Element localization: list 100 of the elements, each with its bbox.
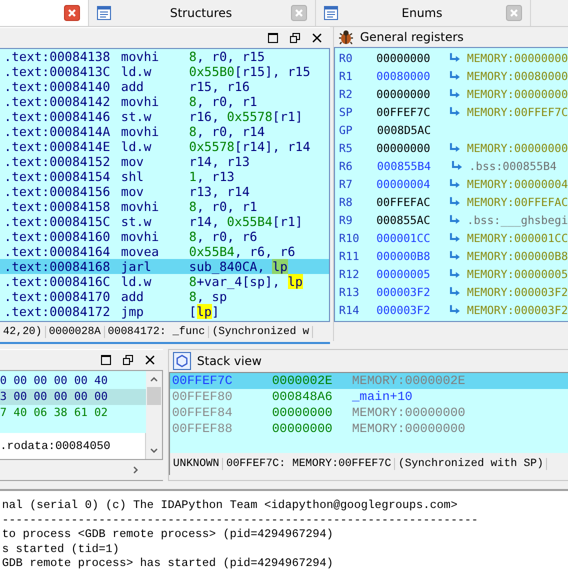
register-name: SP bbox=[338, 106, 354, 118]
panel-title: General registers bbox=[360, 30, 464, 44]
register-value: 00080000 bbox=[376, 70, 432, 82]
close-icon[interactable] bbox=[312, 33, 322, 43]
hex-row[interactable]: 3 00 00 00 00 00 bbox=[0, 389, 146, 405]
register-value: 00000000 bbox=[376, 52, 432, 64]
output-line: nal (serial 0) (c) The IDAPython Team <idapython@googlegroups.com> bbox=[1, 499, 458, 514]
register-value: 00FFEF7C bbox=[376, 106, 432, 118]
scrollbar-thumb[interactable] bbox=[147, 387, 161, 405]
hex-row[interactable]: 0 00 00 00 00 40 bbox=[0, 373, 146, 389]
restore-icon[interactable] bbox=[123, 355, 133, 365]
register-name: R2 bbox=[338, 88, 354, 100]
status-text: 00084172: _func bbox=[104, 326, 209, 338]
register-value: 00000000 bbox=[376, 142, 432, 154]
scroll-down-icon[interactable] bbox=[150, 448, 158, 454]
jump-arrow-icon[interactable] bbox=[449, 287, 461, 297]
register-value: 000003F2 bbox=[376, 304, 432, 316]
stack-row[interactable]: 00FFEF80 000848A6 _main+10 bbox=[170, 389, 568, 405]
scroll-right-icon[interactable] bbox=[133, 466, 139, 474]
code-line[interactable]: .text:00084140 add r15, r16 bbox=[0, 79, 329, 94]
code-line[interactable]: .text:0008415C st.w r14, 0x55B4[r1] bbox=[0, 214, 329, 229]
jump-arrow-icon[interactable] bbox=[449, 251, 461, 261]
register-name: R11 bbox=[338, 250, 360, 262]
code-line[interactable]: .text:0008414A movhi 8, r0, r14 bbox=[0, 124, 329, 139]
code-line[interactable]: .text:0008413C ld.w 0x55B0[r15], r15 bbox=[0, 64, 329, 79]
code-line[interactable]: .text:00084160 movhi 8, r0, r6 bbox=[0, 229, 329, 244]
jump-arrow-icon[interactable] bbox=[449, 71, 461, 81]
register-target[interactable]: .bss:___ghsbegi bbox=[466, 214, 568, 226]
jump-arrow-icon[interactable] bbox=[449, 143, 461, 153]
stack-row[interactable]: 00FFEF84 00000000 MEMORY:00000000 bbox=[170, 405, 568, 421]
register-name: R9 bbox=[338, 214, 354, 226]
jump-arrow-icon[interactable] bbox=[451, 161, 463, 171]
jump-arrow-icon[interactable] bbox=[449, 107, 461, 117]
code-line[interactable]: .text:00084138 movhi 8, r0, r15 bbox=[0, 49, 329, 64]
code-line[interactable]: .text:00084152 mov r14, r13 bbox=[0, 154, 329, 169]
register-value: 0008D5AC bbox=[377, 124, 432, 136]
status-text: 42,20) bbox=[0, 326, 46, 338]
document-icon bbox=[324, 6, 338, 20]
jump-arrow-icon[interactable] bbox=[449, 89, 461, 99]
register-value: 00000004 bbox=[376, 178, 432, 190]
jump-arrow-icon[interactable] bbox=[449, 215, 461, 225]
jump-arrow-icon[interactable] bbox=[449, 197, 461, 207]
status-text: .rodata:00084050 bbox=[0, 440, 110, 452]
register-target[interactable]: .bss:000855B4 bbox=[469, 160, 557, 172]
jump-arrow-icon[interactable] bbox=[449, 305, 461, 315]
jump-arrow-icon[interactable] bbox=[449, 53, 461, 63]
register-value: 00000000 bbox=[376, 88, 432, 100]
register-value: 00FFEFAC bbox=[376, 196, 432, 208]
code-line[interactable]: .text:00084164 movea 0x55B4, r6, r6 bbox=[0, 244, 329, 259]
register-name: R13 bbox=[338, 286, 360, 298]
code-line[interactable]: .text:00084156 mov r13, r14 bbox=[0, 184, 329, 199]
tab[interactable] bbox=[0, 0, 89, 26]
register-name: R7 bbox=[338, 178, 354, 190]
tab-label: Structures bbox=[168, 6, 234, 20]
code-line[interactable]: .text:00084170 add 8, sp bbox=[0, 289, 329, 304]
tab-label: Enums bbox=[400, 6, 444, 20]
bug-icon bbox=[338, 29, 354, 45]
register-value: 00000005 bbox=[376, 268, 432, 280]
code-line[interactable]: .text:00084172 jmp [lp] bbox=[0, 304, 329, 319]
stack-icon bbox=[173, 352, 191, 370]
panel-title: Stack view bbox=[197, 354, 262, 368]
register-name: R1 bbox=[338, 70, 354, 82]
close-icon[interactable] bbox=[145, 355, 155, 365]
scroll-up-icon[interactable] bbox=[150, 376, 158, 382]
hex-row[interactable]: 7 40 06 38 61 02 bbox=[0, 405, 146, 421]
output-line: GDB remote process> has started (pid=4294967294) bbox=[1, 557, 334, 572]
status-text: (Synchronized w bbox=[208, 326, 314, 338]
register-value: 000001CC bbox=[376, 232, 432, 244]
code-line[interactable]: .text:00084142 movhi 8, r0, r1 bbox=[0, 94, 329, 109]
register-name: R6 bbox=[338, 160, 354, 172]
code-line[interactable]: .text:0008414E ld.w 0x5578[r14], r14 bbox=[0, 139, 329, 154]
output-line: --------------------------------------------------------------------- bbox=[1, 514, 480, 528]
register-name: R10 bbox=[338, 232, 360, 244]
register-name: R8 bbox=[338, 196, 354, 208]
code-line[interactable]: .text:00084154 shl 1, r13 bbox=[0, 169, 329, 184]
status-text: UNKNOWN bbox=[170, 458, 224, 470]
jump-arrow-icon[interactable] bbox=[449, 179, 461, 189]
jump-arrow-icon[interactable] bbox=[449, 269, 461, 279]
register-name: R5 bbox=[338, 142, 354, 154]
register-name: GP bbox=[338, 124, 354, 136]
restore-icon[interactable] bbox=[290, 33, 300, 43]
jump-arrow-icon[interactable] bbox=[449, 233, 461, 243]
status-text: 0000028A bbox=[46, 326, 105, 338]
register-value: 000003F2 bbox=[376, 286, 432, 298]
register-name: R0 bbox=[338, 52, 354, 64]
document-icon bbox=[97, 6, 111, 20]
register-value: 000000B8 bbox=[376, 250, 432, 262]
register-name: R14 bbox=[338, 304, 360, 316]
stack-row[interactable]: 00FFEF88 00000000 MEMORY:00000000 bbox=[170, 421, 568, 437]
maximize-icon[interactable] bbox=[101, 355, 111, 365]
maximize-icon[interactable] bbox=[268, 33, 278, 43]
output-line: s started (tid=1) bbox=[1, 542, 120, 557]
status-text: (Synchronized with SP) bbox=[395, 458, 548, 470]
stack-row[interactable]: 00FFEF7C 0000002E MEMORY:0000002E bbox=[170, 373, 568, 389]
register-name: R12 bbox=[338, 268, 360, 280]
code-line[interactable]: .text:0008416C ld.w 8+var_4[sp], lp bbox=[0, 274, 329, 289]
code-line[interactable]: .text:00084146 st.w r16, 0x5578[r1] bbox=[0, 109, 329, 124]
register-value: 000855AC bbox=[376, 214, 432, 226]
output-line: to process <GDB remote process> (pid=4294967294) bbox=[1, 528, 334, 542]
code-line[interactable]: .text:00084158 movhi 8, r0, r1 bbox=[0, 199, 329, 214]
